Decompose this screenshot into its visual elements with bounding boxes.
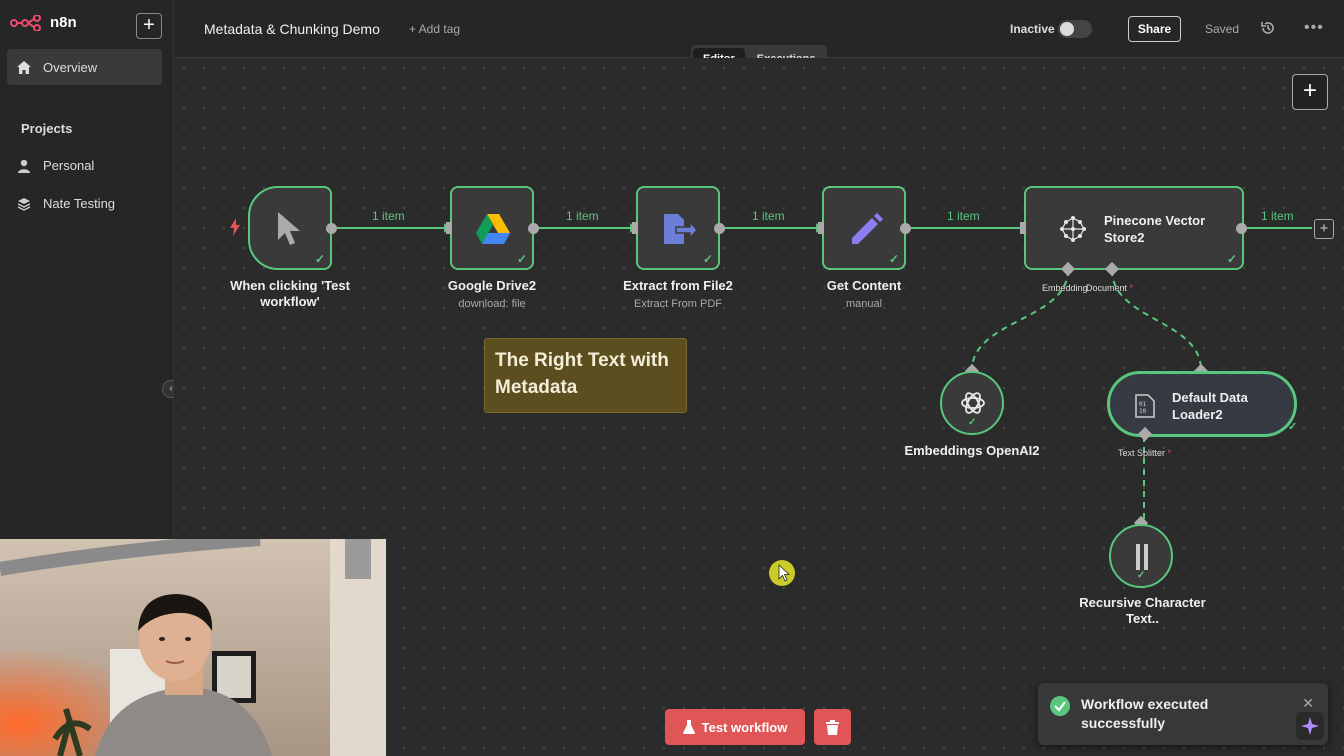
text-splitter-input-label: Text Splitter * — [1118, 448, 1172, 458]
connection-item-count: 1 item — [1261, 209, 1294, 223]
output-handle[interactable] — [326, 223, 337, 234]
cursor-icon — [278, 212, 300, 245]
node-embeddings-openai[interactable]: ✓ — [940, 371, 1004, 435]
success-check-icon: ✓ — [314, 252, 325, 266]
success-check-circle-icon — [1050, 696, 1070, 716]
trash-icon — [826, 719, 839, 735]
success-check-icon: ✓ — [702, 252, 713, 266]
mouse-pointer-icon — [778, 564, 790, 582]
svg-text:10: 10 — [1139, 408, 1147, 415]
output-handle[interactable] — [1236, 223, 1247, 234]
google-drive-icon — [476, 214, 510, 244]
splitter-icon — [1136, 544, 1148, 570]
node-label: Embeddings OpenAI2 — [904, 443, 1040, 458]
node-label: Get Content manual — [826, 278, 902, 310]
input-handle[interactable] — [446, 222, 452, 234]
success-check-icon: ✓ — [888, 252, 899, 266]
input-handle[interactable] — [632, 222, 638, 234]
ai-assistant-button[interactable] — [1296, 712, 1324, 740]
success-check-icon: ✓ — [516, 252, 527, 266]
node-label: Extract from File2 Extract From PDF — [623, 278, 733, 310]
clear-execution-button[interactable] — [814, 709, 851, 745]
success-check-icon: ✓ — [1288, 421, 1298, 433]
success-check-icon: ✓ — [968, 417, 977, 428]
webcam-overlay — [0, 539, 386, 756]
node-get-content[interactable]: ✓ — [822, 186, 906, 270]
openai-icon — [961, 392, 985, 414]
binary-file-icon: 01 10 — [1135, 394, 1155, 418]
document-input-label: Document * — [1086, 283, 1134, 293]
node-title: Default Data Loader2 — [1172, 390, 1248, 422]
test-workflow-button[interactable]: Test workflow — [665, 709, 805, 745]
node-google-drive[interactable]: ✓ — [450, 186, 534, 270]
trigger-bolt-icon — [230, 218, 240, 236]
node-label: Google Drive2 download: file — [447, 278, 537, 310]
input-handle[interactable] — [818, 222, 824, 234]
output-handle[interactable] — [714, 223, 725, 234]
file-extract-icon — [664, 214, 698, 244]
toast-message: Workflow executed successfully — [1081, 696, 1209, 731]
connection-item-count: 1 item — [566, 209, 599, 223]
output-handle[interactable] — [900, 223, 911, 234]
close-icon[interactable]: ✕ — [1302, 695, 1314, 712]
embedding-input-label: Embedding — [1042, 283, 1088, 293]
node-label: When clicking 'Test workflow' — [230, 278, 350, 309]
sparkle-icon — [1301, 717, 1319, 735]
node-label: Recursive Character Text.. — [1079, 595, 1206, 626]
output-handle[interactable] — [528, 223, 539, 234]
node-recursive-text-splitter[interactable]: ✓ — [1109, 524, 1173, 588]
svg-text:01: 01 — [1139, 401, 1147, 408]
success-check-icon: ✓ — [1137, 570, 1146, 581]
node-pinecone-vector-store[interactable]: Pinecone Vector Store2 ✓ — [1024, 186, 1244, 270]
connection-item-count: 1 item — [947, 209, 980, 223]
flask-icon — [682, 720, 695, 734]
pinecone-icon — [1060, 216, 1086, 242]
node-title: Pinecone Vector Store2 — [1104, 213, 1206, 245]
pencil-icon — [852, 213, 883, 244]
connection-item-count: 1 item — [752, 209, 785, 223]
test-workflow-label: Test workflow — [701, 719, 788, 735]
node-manual-trigger[interactable]: ✓ — [248, 186, 332, 270]
node-extract-from-file[interactable]: ✓ — [636, 186, 720, 270]
success-toast: Workflow executed successfully ✕ — [1038, 683, 1328, 745]
sticky-note[interactable]: The Right Text with Metadata — [484, 338, 687, 413]
node-default-data-loader[interactable]: 01 10 Default Data Loader2 — [1107, 371, 1297, 437]
app-window: n8n + Overview Projects Personal Nate Te… — [0, 0, 1344, 756]
connection-item-count: 1 item — [372, 209, 405, 223]
add-next-node-button[interactable]: + — [1314, 219, 1334, 239]
webcam-presenter-image — [0, 539, 386, 756]
success-check-icon: ✓ — [1226, 252, 1237, 266]
input-handle[interactable] — [1020, 222, 1026, 234]
